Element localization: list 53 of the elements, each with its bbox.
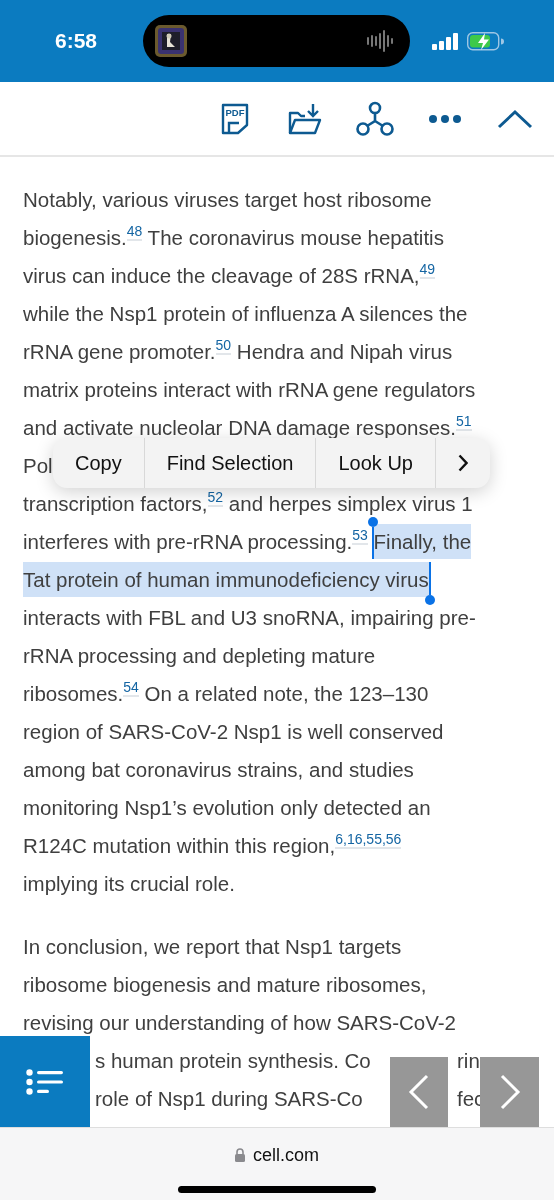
text-line: s human protein synthesis. Co	[95, 1048, 371, 1074]
citation-link[interactable]: 50	[215, 337, 232, 355]
chevron-left-icon	[408, 1074, 430, 1110]
share-icon	[356, 100, 394, 137]
text-line: region of SARS-CoV-2 Nsp1 is well conserved	[23, 719, 444, 745]
chevron-right-icon	[498, 1074, 521, 1110]
more-icon	[428, 113, 462, 124]
list-icon	[26, 1068, 64, 1095]
text-line: Notably, various viruses target host ribosome	[23, 187, 432, 213]
text-line: transcription factors,$^{52}$ and herpes simplex virus 1	[23, 488, 473, 517]
next-button[interactable]	[480, 1057, 539, 1127]
text-line: monitoring Nsp1’s evolution only detected an	[23, 795, 431, 821]
text-line: ribosome biogenesis and mature ribosomes,	[23, 972, 427, 998]
menu-item[interactable]: Look Up	[315, 438, 435, 488]
text-line: virus can induce the cleavage of 28S rRNA,$^{49}$	[23, 260, 436, 289]
text-line: among bat coronavirus strains, and studies	[23, 757, 414, 783]
pdf-button[interactable]: PDF	[212, 95, 258, 142]
text-line: R124C mutation within this region,$^{6,16,55,56}$	[23, 830, 402, 859]
text-line: revising our understanding of how SARS-CoV-2	[23, 1010, 456, 1036]
text-line: while the Nsp1 protein of influenza A silences the	[23, 301, 468, 327]
citation-link[interactable]: 49	[419, 261, 436, 279]
chevron-up-icon	[497, 108, 533, 129]
text-line: implying its crucial role.	[23, 871, 235, 897]
text-line: rRNA processing and depleting mature	[23, 643, 376, 669]
text-line: ribosomes.$^{54}$ On a related note, the 123–130	[23, 678, 429, 707]
folder-download-icon	[288, 102, 322, 135]
menu-item[interactable]: Copy	[53, 438, 144, 488]
text-line: In conclusion, we report that Nsp1 targets	[23, 934, 402, 960]
text-line: interferes with pre-rRNA processing.$^{53}$ Finally, the	[23, 523, 472, 561]
signal-icon	[432, 32, 459, 50]
text-line: interacts with FBL and U3 snoRNA, impairing pre-	[23, 605, 476, 631]
citation-link[interactable]: 54	[123, 679, 139, 697]
citation-link[interactable]: 48	[126, 223, 143, 241]
citation-link[interactable]: 53	[352, 527, 368, 545]
text-line: biogenesis.$^{48}$ The coronavirus mouse hepatitis	[23, 222, 444, 251]
citation-link[interactable]: 6,16,55,56	[335, 831, 402, 849]
menu-item[interactable]: Find Selection	[143, 438, 316, 488]
text-line: Pol	[23, 453, 53, 479]
address-field[interactable]: cell.com	[253, 1144, 319, 1166]
contents-button[interactable]	[0, 1036, 90, 1127]
text-line: role of Nsp1 during SARS-Co	[95, 1086, 363, 1112]
text-line: rRNA gene promoter.$^{50}$ Hendra and Nipah virus	[23, 336, 453, 365]
battery-charging-icon	[467, 31, 504, 51]
dynamic-island[interactable]	[143, 15, 410, 67]
citation-link[interactable]: 51	[456, 413, 472, 431]
citation-link[interactable]: 52	[207, 489, 224, 507]
clock-time: 6:58	[55, 29, 99, 53]
pdf-icon: PDF	[221, 102, 249, 135]
text-fragment: rin	[457, 1048, 480, 1074]
audio-wave-icon	[366, 28, 396, 54]
previous-button[interactable]	[390, 1057, 448, 1127]
text-line: matrix proteins interact with rRNA gene regulators	[23, 377, 476, 403]
chevron-right-icon	[457, 454, 468, 472]
